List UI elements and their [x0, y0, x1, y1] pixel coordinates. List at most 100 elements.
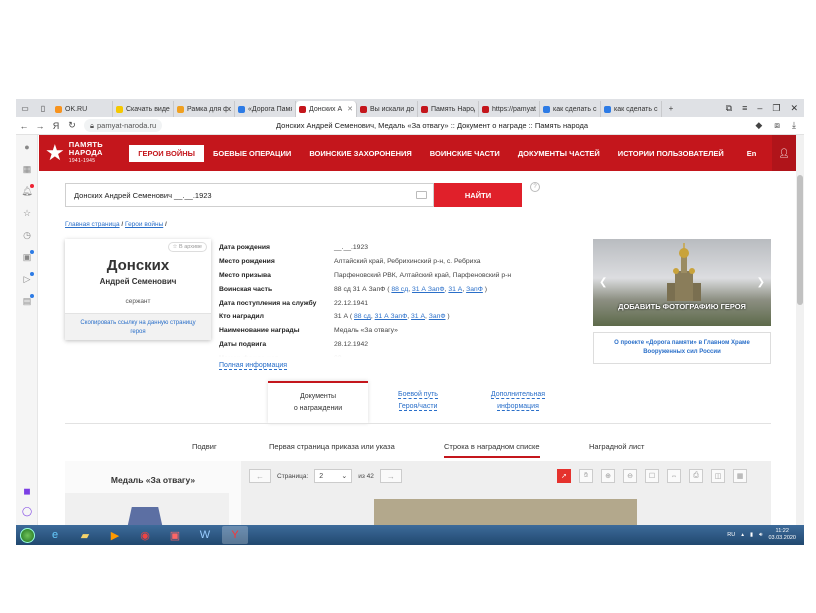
ie-icon[interactable]: e — [42, 526, 68, 544]
notes-icon[interactable]: ▤ — [21, 294, 34, 307]
apps-grid-icon[interactable]: ▦ — [21, 163, 33, 175]
download-icon[interactable]: ⤓ — [792, 120, 796, 131]
browser-tab[interactable]: «Дорога Памяти» — [235, 101, 296, 117]
notifications-icon[interactable]: 🔔︎ — [21, 184, 34, 197]
menu-item[interactable]: ИСТОРИИ ПОЛЬЗОВАТЕЛЕЙ — [609, 149, 733, 158]
copy-link-button[interactable]: Скопировать ссылку на данную страницу ге… — [65, 313, 211, 340]
unit-link[interactable]: ЗапФ — [466, 286, 483, 293]
subtab[interactable]: Строка в наградном списке — [444, 442, 540, 458]
favorites-icon[interactable]: ☆ — [21, 207, 33, 219]
zoom-out-icon[interactable]: ⊖ — [623, 469, 637, 483]
new-tab-button[interactable]: + — [662, 99, 680, 117]
menu-icon[interactable]: ≡ — [742, 103, 747, 114]
minimize-icon[interactable]: – — [757, 103, 762, 114]
hand-icon[interactable]: ✋︎ — [579, 469, 593, 483]
collections-icon[interactable]: ▣ — [21, 250, 34, 263]
split-view-icon[interactable]: ◫ — [711, 469, 725, 483]
browser-tab[interactable]: Донских А ✕ — [296, 101, 357, 117]
reload-icon[interactable]: ↻ — [64, 120, 80, 131]
media-icon[interactable]: ▷ — [21, 272, 34, 285]
search-input[interactable]: Донских Андрей Семенович __.__.1923 — [65, 183, 434, 207]
banner-prev-icon[interactable]: ❮ — [599, 277, 607, 288]
print-icon[interactable]: ⎙ — [689, 469, 703, 483]
close-tab-icon[interactable]: ✕ — [347, 105, 353, 113]
banner-next-icon[interactable]: ❯ — [757, 277, 765, 288]
subtab[interactable]: Наградной лист — [589, 442, 644, 451]
unit-link[interactable]: 31 А — [448, 286, 462, 293]
explorer-icon[interactable]: ▰ — [72, 526, 98, 544]
video-app-icon[interactable]: ▣ — [162, 526, 188, 544]
wallet-icon[interactable]: ◼ — [21, 485, 33, 497]
clock[interactable]: 11:22 03.03.2020 — [768, 528, 796, 542]
full-info-link[interactable]: Полная информация — [219, 362, 288, 370]
section-tab[interactable]: Документы о награждении — [268, 381, 368, 423]
word-icon[interactable]: W — [192, 526, 218, 544]
browser-tab[interactable]: Рамка для фото — [174, 101, 235, 117]
browser-tab[interactable]: как сделать ск — [601, 101, 662, 117]
yandex-icon[interactable]: Я — [48, 121, 64, 131]
browser-tab[interactable]: Память Народа — [418, 101, 479, 117]
browser-tab[interactable]: как сделать ск — [540, 101, 601, 117]
menu-item[interactable]: ГЕРОИ ВОЙНЫ — [129, 144, 204, 162]
extensions-icon[interactable]: ⧈ — [774, 120, 780, 131]
search-button[interactable]: НАЙТИ — [434, 183, 522, 207]
keyboard-icon[interactable] — [416, 191, 427, 199]
menu-item[interactable]: ВОИНСКИЕ ЗАХОРОНЕНИЯ — [300, 149, 420, 158]
downloads-icon[interactable]: ⧉ — [726, 103, 732, 114]
add-photo-banner[interactable]: ❮ ❯ ДОБАВИТЬ ФОТОГРАФИЮ ГЕРОЯ — [593, 239, 771, 326]
yandex-browser-icon[interactable]: Y — [222, 526, 248, 544]
forward-icon[interactable]: → — [32, 121, 48, 131]
save-icon[interactable]: ▦ — [733, 469, 747, 483]
input-language[interactable]: RU — [727, 532, 735, 538]
fit-width-icon[interactable]: ⇔ — [667, 469, 681, 483]
help-icon[interactable]: ? — [530, 182, 540, 192]
tray-arrow-icon[interactable]: ▴ — [741, 532, 744, 538]
browser-tab[interactable]: Вы искали до — [357, 101, 418, 117]
breadcrumb-home[interactable]: Главная страница — [65, 221, 120, 228]
browser-tab[interactable]: https://pamyat — [479, 101, 540, 117]
unit-link[interactable]: 88 сд — [391, 286, 408, 293]
subtab[interactable]: Первая страница приказа или указа — [269, 442, 395, 451]
zoom-in-icon[interactable]: ⊕ — [601, 469, 615, 483]
unit-link[interactable]: ЗапФ — [429, 313, 446, 320]
project-link[interactable]: О проекте «Дорога памяти» в Главном Храм… — [593, 332, 771, 364]
chrome-icon[interactable]: ◉ — [132, 526, 158, 544]
next-page-icon[interactable]: → — [379, 469, 402, 483]
sidebar-toggle-icon[interactable]: ▭ — [16, 99, 34, 117]
history-icon[interactable]: ◷ — [21, 229, 33, 241]
language-switch[interactable]: En — [747, 149, 757, 158]
page-select[interactable]: 2 ⌄ — [314, 469, 353, 483]
pointer-icon[interactable]: ➚ — [557, 469, 571, 483]
breadcrumb-heroes[interactable]: Герои войны — [125, 221, 163, 228]
menu-item[interactable]: ВОИНСКИЕ ЧАСТИ — [421, 149, 509, 158]
close-window-icon[interactable]: ✕ — [790, 103, 798, 114]
menu-item[interactable]: ДОКУМЕНТЫ ЧАСТЕЙ — [509, 149, 609, 158]
user-icon[interactable]: 👤︎ — [772, 135, 796, 171]
prev-page-icon[interactable]: ← — [249, 469, 271, 483]
menu-item[interactable]: БОЕВЫЕ ОПЕРАЦИИ — [204, 149, 300, 158]
media-player-icon[interactable]: ▶ — [102, 526, 128, 544]
start-button[interactable] — [16, 525, 38, 545]
bookmark-icon[interactable]: ◆ — [755, 120, 762, 131]
browser-tab[interactable]: OK.RU — [52, 101, 113, 117]
page-scrollbar[interactable] — [796, 135, 804, 525]
profile-icon[interactable]: ● — [21, 141, 33, 153]
restore-icon[interactable]: ❐ — [772, 103, 780, 114]
archive-badge[interactable]: ☆ В архиве — [167, 242, 207, 252]
section-tab[interactable]: Боевой путь Героя/части — [368, 381, 468, 423]
volume-icon[interactable]: 🔊︎ — [759, 532, 762, 539]
tabs-list-icon[interactable]: ▯ — [34, 99, 52, 117]
alice-icon[interactable]: ◯ — [21, 505, 33, 517]
browser-tab[interactable]: Скачать видео — [113, 101, 174, 117]
network-icon[interactable]: ▮ — [750, 532, 753, 538]
site-logo[interactable]: ★ ПАМЯТЬ НАРОДА 1941-1945 — [39, 141, 125, 165]
section-tab[interactable]: Дополнительная информация — [468, 381, 568, 423]
unit-link[interactable]: 31 А ЗапФ — [412, 286, 445, 293]
unit-link[interactable]: 31 А — [411, 313, 425, 320]
back-icon[interactable]: ← — [16, 121, 32, 131]
unit-link[interactable]: 31 А ЗапФ — [375, 313, 408, 320]
unit-link[interactable]: 88 сд — [354, 313, 371, 320]
url-field[interactable]: 🔒︎ pamyat-naroda.ru — [84, 119, 163, 132]
subtab[interactable]: Подвиг — [192, 442, 217, 451]
fit-page-icon[interactable]: ☐ — [645, 469, 659, 483]
